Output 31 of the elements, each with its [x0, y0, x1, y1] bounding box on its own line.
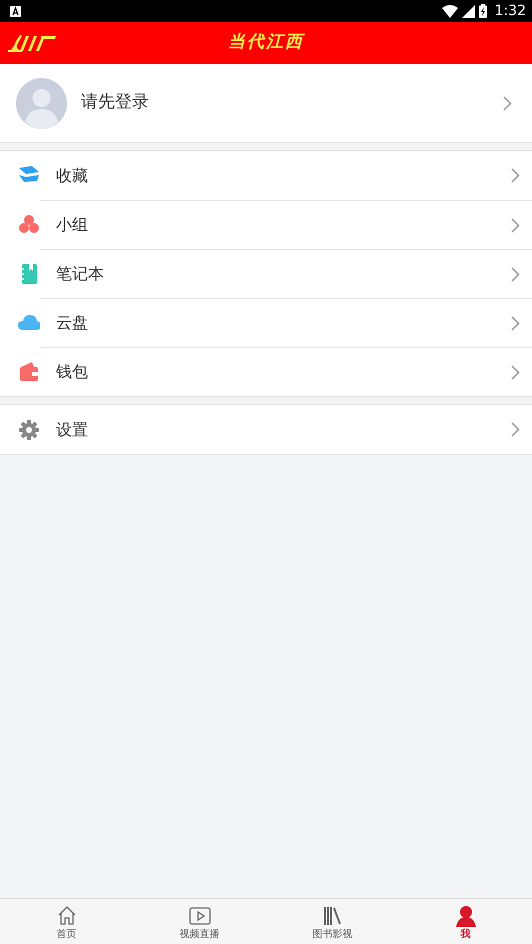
chevron-right-icon [511, 266, 520, 282]
battery-icon [478, 4, 487, 18]
menu-item[interactable]: 小组 [0, 200, 532, 249]
avatar-icon[interactable] [16, 78, 67, 128]
settings-icon [18, 418, 40, 440]
menu-item[interactable]: 云盘 [0, 298, 532, 347]
chevron-right-icon [503, 96, 512, 110]
wifi-icon [442, 4, 458, 18]
chevron-right-icon [511, 218, 520, 232]
chevron-right-icon [511, 316, 520, 330]
menu-item[interactable]: 收藏 [0, 151, 532, 200]
menu-item[interactable]: 设置 [0, 405, 532, 454]
tab[interactable]: 首页 [0, 899, 133, 944]
play-icon [188, 905, 210, 927]
menu-item[interactable]: 笔记本 [0, 249, 532, 298]
circles-icon [18, 214, 40, 236]
chevron-right-icon [511, 364, 520, 380]
menu-item[interactable]: 钱包 [0, 347, 532, 396]
status-time: 1:32 [494, 2, 526, 20]
logo-icon [8, 33, 56, 53]
tab[interactable]: 我 [399, 899, 532, 944]
tab[interactable]: 图书影视 [266, 899, 399, 944]
chevron-right-icon [511, 168, 520, 183]
person-icon [454, 905, 476, 927]
tab[interactable]: 视频直播 [133, 899, 266, 944]
wallet-icon [18, 360, 40, 382]
notification-icon [10, 6, 21, 16]
signal-icon [462, 4, 475, 18]
header-title: 当代江西 [228, 31, 304, 54]
books-icon [322, 905, 344, 927]
chevron-right-icon [511, 422, 520, 437]
